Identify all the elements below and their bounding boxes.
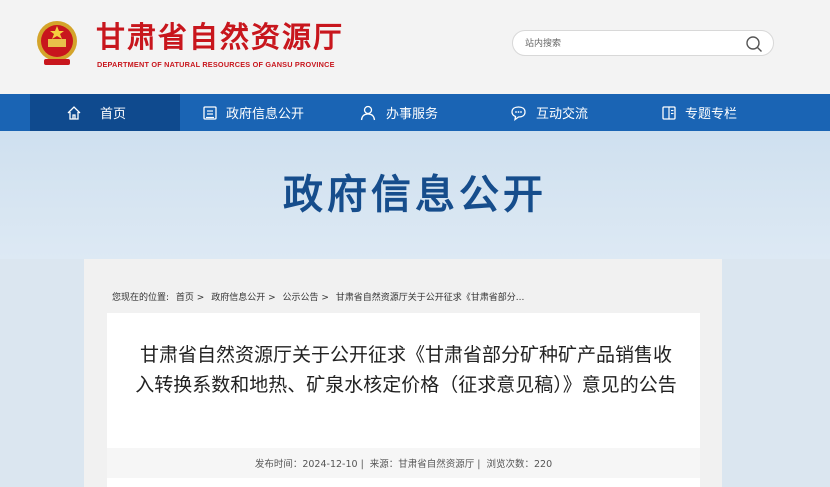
nav-item-interaction[interactable]: 互动交流 bbox=[510, 94, 588, 131]
site-title[interactable]: 甘肃省自然资源厅 bbox=[96, 20, 344, 54]
breadcrumb: 您现在的位置: 首页 > 政府信息公开 > 公示公告 > 甘肃省自然资源厅关于公… bbox=[112, 290, 528, 303]
main-nav: 首页 政府信息公开 办事服务 互动交流 专题专栏 bbox=[0, 94, 830, 131]
book-icon bbox=[662, 105, 676, 120]
nav-item-home[interactable]: 首页 bbox=[30, 94, 180, 131]
nav-label-services: 办事服务 bbox=[386, 107, 439, 122]
article-source: 来源：甘肃省自然资源厅 | bbox=[369, 459, 481, 470]
search-input[interactable] bbox=[523, 35, 742, 53]
nav-label-topics: 专题专栏 bbox=[685, 107, 738, 122]
nav-item-services[interactable]: 办事服务 bbox=[360, 94, 438, 131]
banner-title: 政府信息公开 bbox=[283, 172, 547, 218]
nav-label-gov-info: 政府信息公开 bbox=[226, 107, 305, 122]
article-title: 甘肃省自然资源厅关于公开征求《甘肃省部分矿种矿产品销售收入转换系数和地热、矿泉水… bbox=[135, 344, 677, 396]
site-header: 甘肃省自然资源厅 DEPARTMENT OF NATURAL RESOURCES… bbox=[0, 0, 830, 94]
person-icon bbox=[360, 105, 376, 120]
nav-item-gov-info[interactable]: 政府信息公开 bbox=[202, 94, 304, 131]
nav-label-interaction: 互动交流 bbox=[536, 107, 589, 122]
breadcrumb-link-gov-info[interactable]: 政府信息公开 > bbox=[211, 293, 275, 303]
national-emblem-icon bbox=[37, 21, 77, 65]
nav-label-home: 首页 bbox=[100, 107, 127, 122]
search-icon[interactable] bbox=[745, 35, 763, 53]
view-count: 浏览次数：220 bbox=[486, 459, 553, 470]
section-banner: 政府信息公开 bbox=[0, 131, 830, 259]
breadcrumb-link-home[interactable]: 首页 > bbox=[176, 293, 204, 303]
article-meta: 发布时间：2024-12-10 | 来源：甘肃省自然资源厅 | 浏览次数：220 bbox=[107, 448, 700, 478]
document-icon bbox=[203, 105, 217, 120]
site-subtitle: DEPARTMENT OF NATURAL RESOURCES OF GANSU… bbox=[97, 60, 335, 69]
publish-date: 发布时间：2024-12-10 | bbox=[254, 459, 364, 470]
breadcrumb-prefix: 您现在的位置: bbox=[112, 293, 170, 303]
breadcrumb-current: 甘肃省自然资源厅关于公开征求《甘肃省部分... bbox=[335, 293, 525, 303]
nav-item-topics[interactable]: 专题专栏 bbox=[661, 94, 737, 131]
search-box bbox=[512, 30, 774, 56]
breadcrumb-link-notices[interactable]: 公示公告 > bbox=[282, 293, 328, 303]
home-icon bbox=[67, 105, 81, 120]
chat-icon bbox=[511, 105, 526, 121]
